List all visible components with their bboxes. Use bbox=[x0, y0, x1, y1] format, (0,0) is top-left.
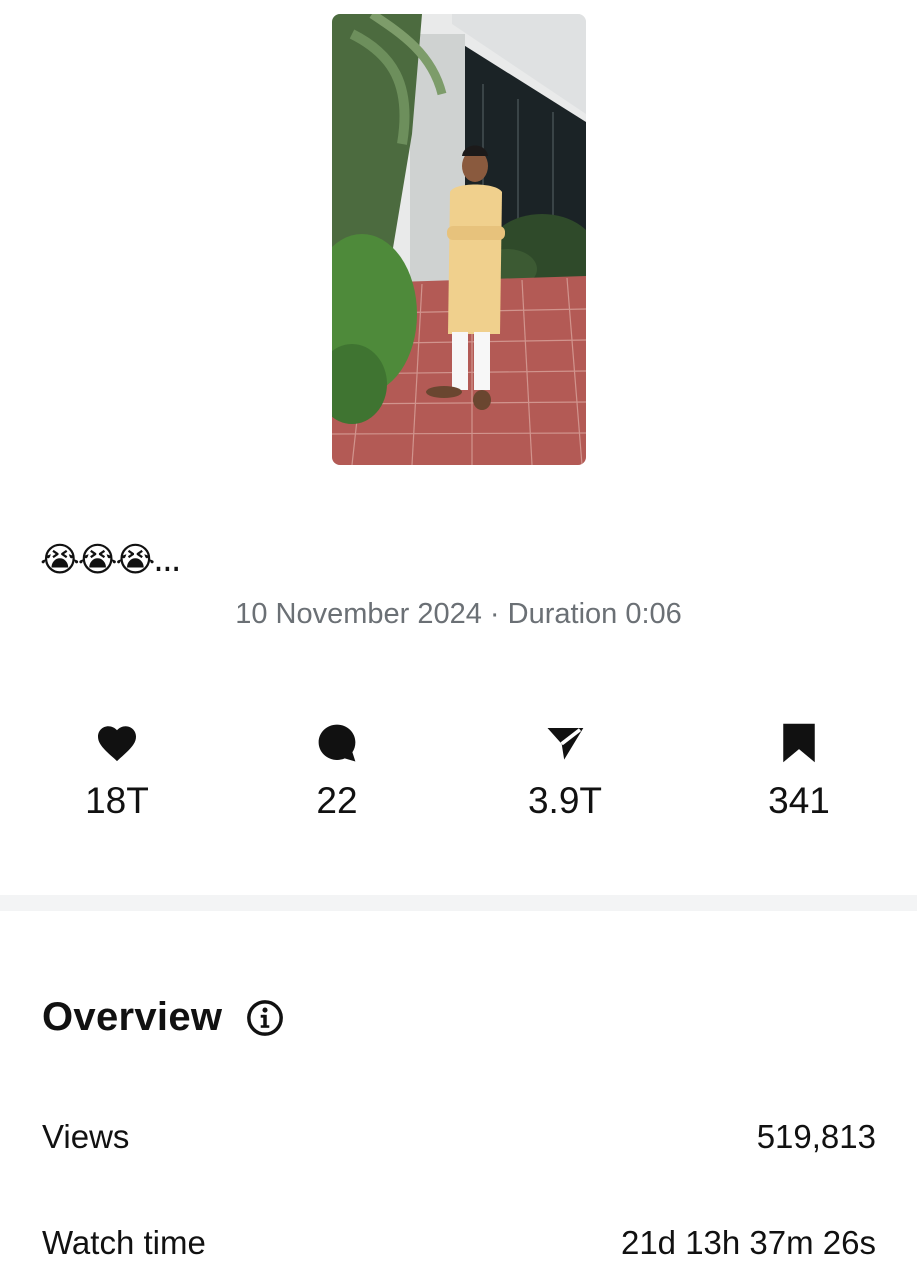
views-value: 519,813 bbox=[756, 1118, 876, 1155]
views-label: Views bbox=[42, 1118, 130, 1155]
overview-title: Overview bbox=[42, 995, 223, 1039]
comment-icon bbox=[257, 720, 417, 766]
watch-time-label: Watch time bbox=[42, 1224, 206, 1261]
send-icon bbox=[485, 720, 645, 766]
section-divider bbox=[0, 895, 917, 911]
comments-count: 22 bbox=[316, 780, 358, 821]
duration-value: 0:06 bbox=[625, 598, 682, 630]
likes-stat[interactable]: 18T bbox=[37, 720, 197, 822]
reel-thumbnail-photo bbox=[332, 14, 586, 465]
post-caption: 😭😭😭... bbox=[40, 540, 182, 580]
views-row: Views 519,813 bbox=[42, 1118, 876, 1156]
duration-label: Duration bbox=[507, 598, 618, 630]
post-meta: 10 November 2024 · Duration 0:06 bbox=[0, 598, 917, 631]
meta-separator: · bbox=[489, 598, 500, 630]
watch-time-row: Watch time 21d 13h 37m 26s bbox=[42, 1224, 876, 1262]
engagement-stats: 18T 22 3.9T 341 bbox=[0, 720, 917, 830]
likes-count: 18T bbox=[85, 780, 149, 821]
comments-stat[interactable]: 22 bbox=[257, 720, 417, 822]
bookmark-icon bbox=[719, 720, 879, 766]
saves-count: 341 bbox=[768, 780, 830, 821]
reel-thumbnail[interactable] bbox=[332, 14, 586, 465]
shares-stat[interactable]: 3.9T bbox=[485, 720, 645, 822]
watch-time-value: 21d 13h 37m 26s bbox=[620, 1224, 876, 1261]
post-date: 10 November 2024 bbox=[235, 598, 482, 630]
saves-stat[interactable]: 341 bbox=[719, 720, 879, 822]
info-icon[interactable] bbox=[246, 999, 284, 1037]
shares-count: 3.9T bbox=[527, 780, 603, 821]
heart-icon bbox=[37, 720, 197, 766]
overview-header: Overview bbox=[42, 995, 284, 1040]
